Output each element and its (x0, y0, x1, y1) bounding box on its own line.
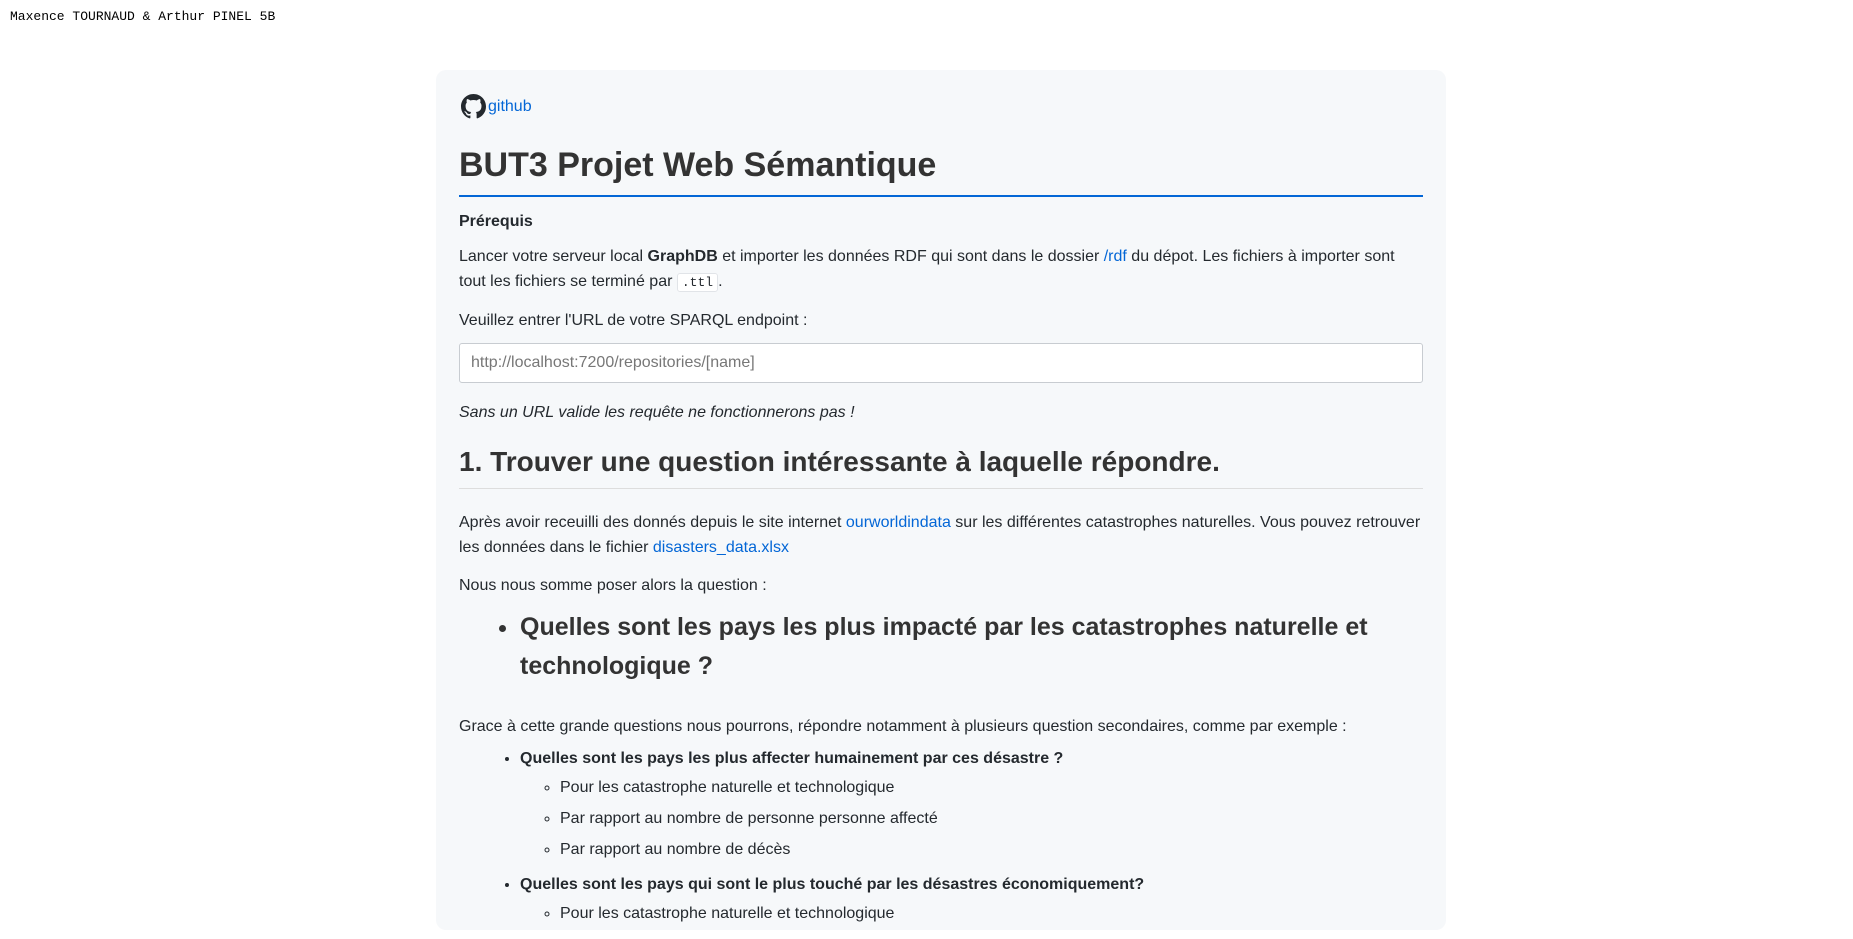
prereq-text-1: Lancer votre serveur local (459, 248, 648, 265)
section1-intro-a: Après avoir receuilli des donnés depuis … (459, 514, 846, 531)
main-question: Quelles sont les pays les plus impacté p… (520, 608, 1420, 686)
section1-intro: Après avoir receuilli des donnés depuis … (459, 510, 1423, 560)
sub-item-list: Pour les catastrophe naturelle et techno… (520, 904, 1420, 924)
github-icon[interactable] (461, 94, 486, 119)
rdf-link[interactable]: /rdf (1104, 248, 1127, 265)
github-link-row: github (461, 94, 532, 119)
sub-question: Quelles sont les pays qui sont le plus t… (520, 875, 1420, 924)
readme-card: github BUT3 Projet Web Sémantique Préreq… (436, 70, 1446, 930)
main-question-list: Quelles sont les pays les plus impacté p… (459, 608, 1420, 686)
prereq-text: Lancer votre serveur local GraphDB et im… (459, 244, 1423, 295)
endpoint-label: Veuillez entrer l'URL de votre SPARQL en… (459, 312, 808, 329)
secondary-intro: Grace à cette grande questions nous pour… (459, 718, 1347, 735)
sub-item-list: Pour les catastrophe naturelle et techno… (520, 778, 1420, 860)
sub-question-text: Quelles sont les pays les plus affecter … (520, 750, 1064, 767)
page-title: BUT3 Projet Web Sémantique (459, 146, 1423, 197)
sub-item: Par rapport au nombre de décès (560, 840, 1420, 860)
prereq-text-4: . (718, 273, 723, 290)
sub-item: Pour les catastrophe naturelle et techno… (560, 778, 1420, 798)
authors-header: Maxence TOURNAUD & Arthur PINEL 5B (10, 9, 276, 24)
prereq-heading: Prérequis (459, 213, 533, 230)
ttl-code: .ttl (676, 273, 719, 292)
endpoint-warning: Sans un URL valide les requête ne foncti… (459, 404, 855, 421)
section1-heading: 1. Trouver une question intéressante à l… (459, 446, 1423, 489)
github-link[interactable]: github (488, 98, 532, 116)
sub-question-list: Quelles sont les pays les plus affecter … (459, 749, 1420, 939)
ourworldindata-link[interactable]: ourworldindata (846, 514, 951, 531)
disasters-data-link[interactable]: disasters_data.xlsx (653, 539, 789, 556)
prereq-text-2: et importer les données RDF qui sont dan… (717, 248, 1104, 265)
sub-question-text: Quelles sont les pays qui sont le plus t… (520, 876, 1145, 893)
graphdb-bold: GraphDB (647, 248, 718, 265)
sub-question: Quelles sont les pays les plus affecter … (520, 749, 1420, 860)
sub-item: Pour les catastrophe naturelle et techno… (560, 904, 1420, 924)
question-intro: Nous nous somme poser alors la question … (459, 577, 767, 594)
sub-item: Par rapport au nombre de personne person… (560, 809, 1420, 829)
endpoint-input[interactable] (459, 343, 1423, 383)
